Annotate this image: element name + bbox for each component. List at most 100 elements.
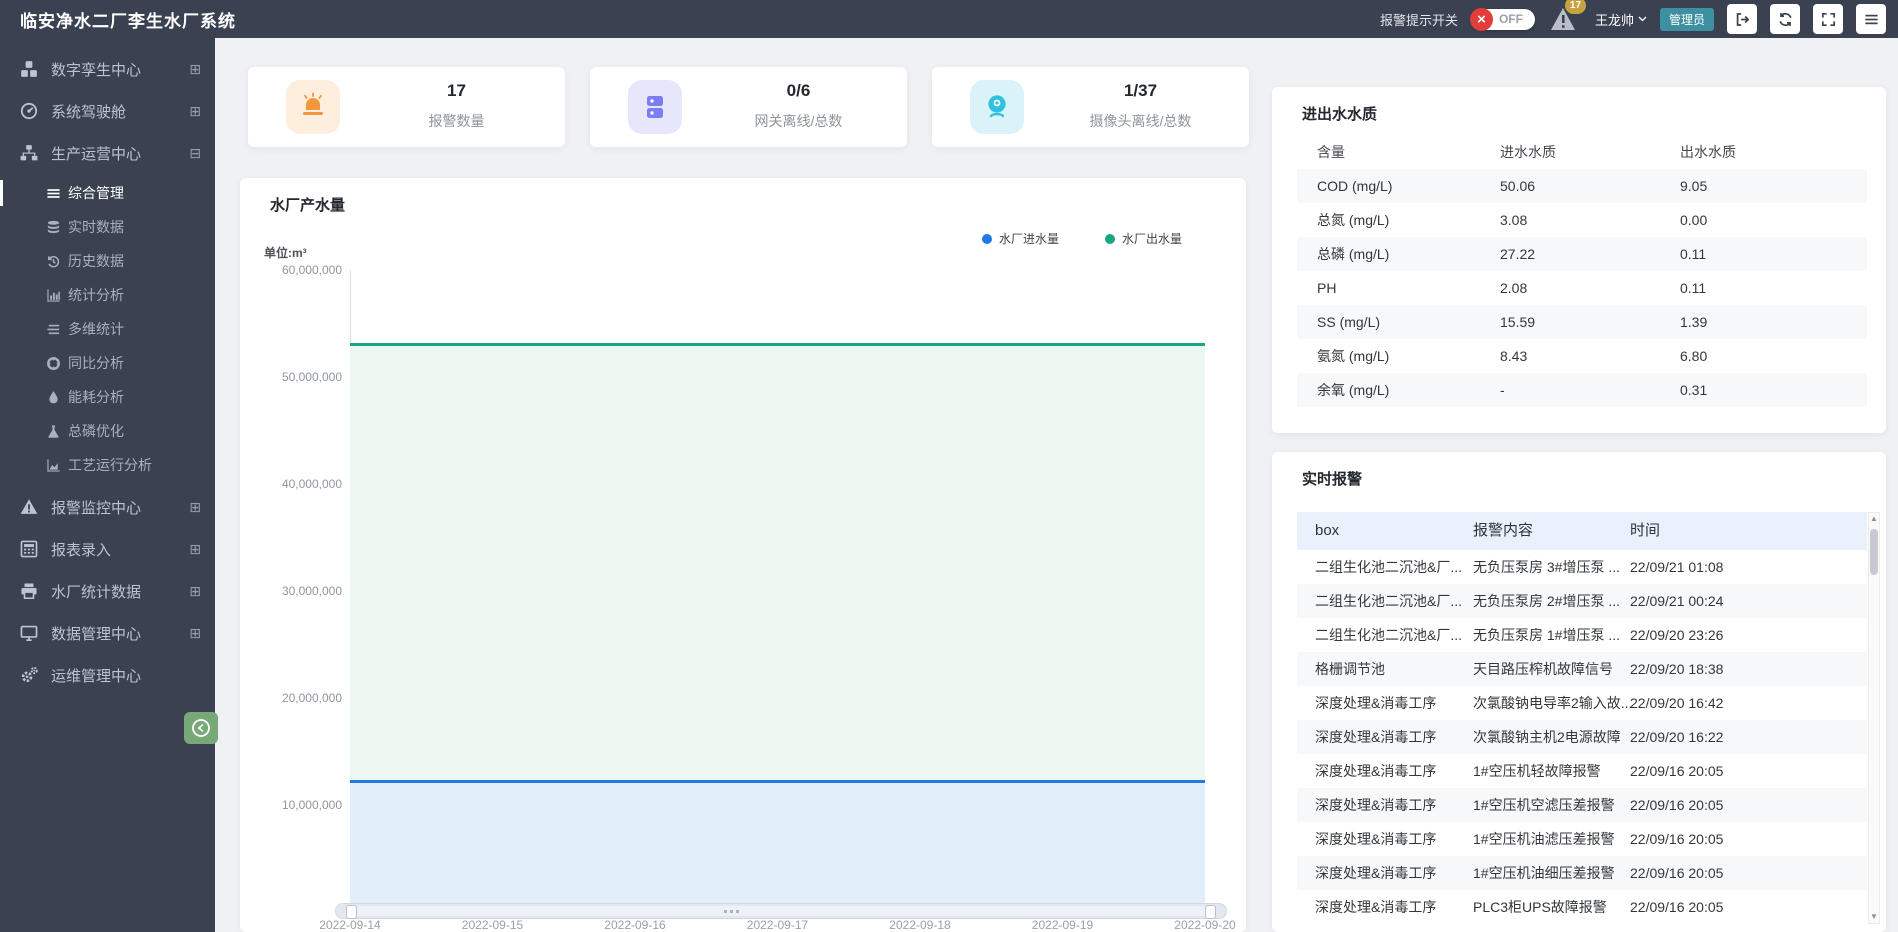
water-quality-header-row: 含量进水水质出水水质	[1297, 135, 1867, 169]
legend-item-1[interactable]: 水厂出水量	[1105, 230, 1182, 247]
table-cell: 2.08	[1500, 271, 1527, 305]
sidebar: 数字孪生中心⊞系统驾驶舱⊞生产运营中心⊟ 综合管理实时数据历史数据统计分析多维统计…	[0, 38, 215, 932]
fullscreen-button[interactable]	[1813, 4, 1843, 34]
sidebar-subitem-label: 实时数据	[68, 217, 124, 237]
monitor-icon	[20, 624, 38, 642]
logout-button[interactable]	[1727, 4, 1757, 34]
alarm-siren-icon	[286, 80, 340, 134]
sidebar-collapse-button[interactable]	[184, 712, 218, 744]
notification-badge: 17	[1565, 0, 1586, 14]
toggle-state-text: OFF	[1499, 12, 1523, 26]
user-menu[interactable]: 王龙帅	[1595, 10, 1647, 29]
sidebar-item-3[interactable]: 报警监控中心⊞	[0, 486, 215, 528]
refresh-button[interactable]	[1770, 4, 1800, 34]
alarm-cell: 深度处理&消毒工序	[1315, 686, 1436, 720]
stat-card-text: 17报警数量	[368, 81, 545, 131]
alarm-cell: 22/09/21 01:08	[1630, 550, 1723, 584]
alarm-row: 深度处理&消毒工序1#空压机轻故障报警22/09/16 20:05	[1297, 754, 1867, 788]
alarm-cell: 二组生化池二沉池&厂...	[1315, 584, 1462, 618]
alarm-cell: 22/09/16 20:05	[1630, 856, 1723, 890]
x-axis-tick-label: 2022-09-18	[865, 918, 975, 932]
cubes-icon	[20, 60, 38, 78]
table-row: 总磷 (mg/L)27.220.11	[1297, 237, 1867, 271]
table-cell: 9.05	[1680, 169, 1707, 203]
printer-icon	[20, 582, 38, 600]
sidebar-subitem-多维统计[interactable]: 多维统计	[0, 312, 215, 346]
alarm-toggle-label: 报警提示开关	[1380, 10, 1458, 29]
sidebar-item-0[interactable]: 数字孪生中心⊞	[0, 48, 215, 90]
scroll-down-icon[interactable]: ▼	[1869, 911, 1879, 923]
table-cell: 27.22	[1500, 237, 1535, 271]
dashboard-root: 临安净水二厂李生水厂系统 报警提示开关 × OFF 17 王龙帅	[0, 0, 1898, 932]
sidebar-subitem-总磷优化[interactable]: 总磷优化	[0, 414, 215, 448]
role-badge: 管理员	[1660, 8, 1714, 31]
scroll-up-icon[interactable]: ▲	[1869, 513, 1879, 525]
flask-icon	[46, 424, 61, 439]
stat-card-2: 1/37摄像头离线/总数	[932, 67, 1249, 147]
sidebar-item-5[interactable]: 水厂统计数据⊞	[0, 570, 215, 612]
table-row: COD (mg/L)50.069.05	[1297, 169, 1867, 203]
menu-button[interactable]	[1856, 4, 1886, 34]
alarm-cell: 天目路压榨机故障信号	[1473, 652, 1613, 686]
legend-item-0[interactable]: 水厂进水量	[982, 230, 1059, 247]
alarm-cell: 格栅调节池	[1315, 652, 1385, 686]
alarm-cell: 深度处理&消毒工序	[1315, 788, 1436, 822]
expand-plus-icon[interactable]: ⊞	[189, 625, 201, 642]
sidebar-subitem-同比分析[interactable]: 同比分析	[0, 346, 215, 380]
sidebar-item-2[interactable]: 生产运营中心⊟	[0, 132, 215, 174]
alarm-toggle-switch[interactable]: × OFF	[1471, 9, 1535, 30]
sidebar-subitem-label: 工艺运行分析	[68, 455, 152, 475]
sidebar-subitem-统计分析[interactable]: 统计分析	[0, 278, 215, 312]
gears-icon	[20, 666, 38, 684]
sidebar-subitem-能耗分析[interactable]: 能耗分析	[0, 380, 215, 414]
alarm-row: 深度处理&消毒工序1#空压机油滤压差报警22/09/16 20:05	[1297, 822, 1867, 856]
sidebar-subitem-label: 能耗分析	[68, 387, 124, 407]
refresh-icon	[1777, 11, 1794, 28]
table-row: SS (mg/L)15.591.39	[1297, 305, 1867, 339]
sidebar-subitem-工艺运行分析[interactable]: 工艺运行分析	[0, 448, 215, 482]
expand-plus-icon[interactable]: ⊞	[189, 103, 201, 120]
collapse-minus-icon[interactable]: ⊟	[189, 145, 201, 162]
alarm-cell: 二组生化池二沉池&厂...	[1315, 550, 1462, 584]
y-axis-tick-label: 30,000,000	[256, 584, 342, 598]
droplet-icon	[46, 390, 61, 405]
datazoom-grip[interactable]	[724, 910, 740, 913]
alarm-cell: PLC3柜UPS故障报警	[1473, 890, 1607, 924]
table-cell: 6.80	[1680, 339, 1707, 373]
y-axis-tick-label: 40,000,000	[256, 477, 342, 491]
hamburger-icon	[1863, 11, 1880, 28]
alarm-scrollbar[interactable]: ▲ ▼	[1868, 512, 1880, 924]
sidebar-subitem-label: 综合管理	[68, 183, 124, 203]
sidebar-item-7[interactable]: 运维管理中心	[0, 654, 215, 696]
datazoom-left-handle[interactable]	[346, 905, 357, 919]
sidebar-item-4[interactable]: 报表录入⊞	[0, 528, 215, 570]
series-area-inflow	[350, 781, 1205, 912]
expand-plus-icon[interactable]: ⊞	[189, 61, 201, 78]
scrollbar-thumb[interactable]	[1870, 529, 1878, 575]
logout-icon	[1734, 11, 1751, 28]
topbar: 临安净水二厂李生水厂系统 报警提示开关 × OFF 17 王龙帅	[0, 0, 1898, 38]
sidebar-item-1[interactable]: 系统驾驶舱⊞	[0, 90, 215, 132]
sidebar-subitem-实时数据[interactable]: 实时数据	[0, 210, 215, 244]
realtime-alarm-panel: 实时报警 box 报警内容 时间 二组生化池二沉池&厂...无负压泵房 3#增压…	[1272, 452, 1886, 932]
stat-card-1: 0/6网关离线/总数	[590, 67, 907, 147]
alarm-cell: 1#空压机轻故障报警	[1473, 754, 1601, 788]
x-axis-tick-label: 2022-09-16	[580, 918, 690, 932]
avatar[interactable]: 17	[1548, 5, 1582, 33]
expand-plus-icon[interactable]: ⊞	[189, 541, 201, 558]
expand-plus-icon[interactable]: ⊞	[189, 499, 201, 516]
datazoom-right-handle[interactable]	[1205, 905, 1216, 919]
alarm-cell: 二组生化池二沉池&厂...	[1315, 618, 1462, 652]
alarm-cell: 22/09/16 20:05	[1630, 822, 1723, 856]
menu-lines-icon	[46, 186, 61, 201]
sidebar-subitem-历史数据[interactable]: 历史数据	[0, 244, 215, 278]
y-axis-tick-label: 20,000,000	[256, 691, 342, 705]
chart-legend: 水厂进水量 水厂出水量	[982, 230, 1182, 247]
camera-icon	[970, 80, 1024, 134]
sidebar-item-6[interactable]: 数据管理中心⊞	[0, 612, 215, 654]
x-axis-tick-label: 2022-09-15	[438, 918, 548, 932]
alarm-cell: 次氯酸钠电导率2输入故...	[1473, 686, 1632, 720]
datazoom-slider[interactable]	[335, 903, 1227, 919]
sidebar-subitem-综合管理[interactable]: 综合管理	[0, 176, 215, 210]
expand-plus-icon[interactable]: ⊞	[189, 583, 201, 600]
